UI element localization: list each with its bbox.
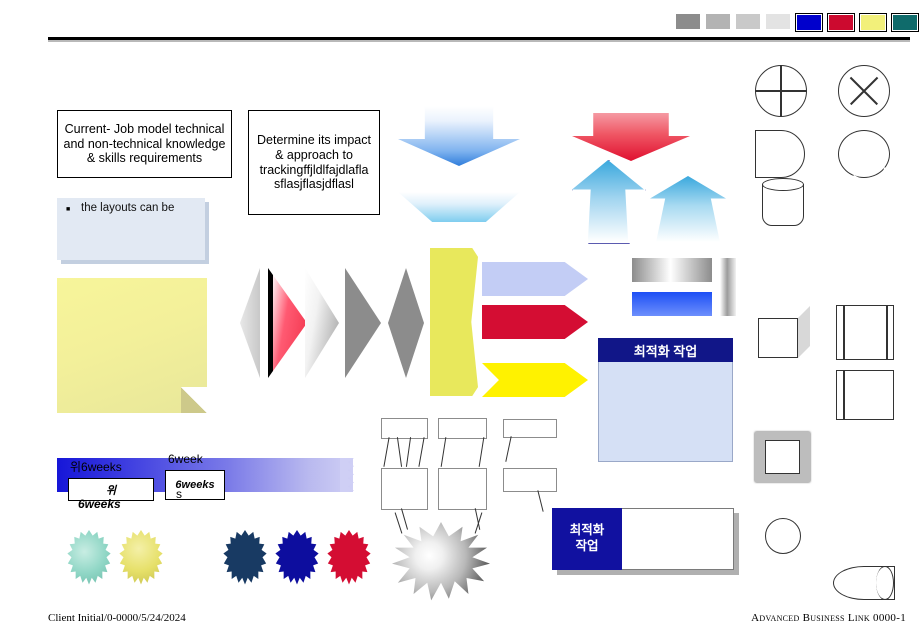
- swatch-gray-4: [766, 14, 790, 29]
- callout-2[interactable]: [438, 418, 487, 439]
- down-arrow-blue[interactable]: [398, 106, 520, 166]
- callout-1-leg-c: [405, 437, 412, 467]
- burst-yellow[interactable]: [119, 530, 163, 585]
- folded-corner-icon[interactable]: [752, 372, 810, 420]
- sun-ray-ne: [801, 502, 817, 518]
- framed-rectangle-icon[interactable]: [836, 370, 894, 420]
- korean-panel-body[interactable]: [598, 362, 733, 462]
- burst-blue[interactable]: [275, 530, 319, 585]
- swatch-gray-2: [706, 14, 730, 29]
- korean-panel-2[interactable]: 최적화 작업: [552, 508, 734, 570]
- korean-panel-header: 최적화 작업: [598, 338, 733, 362]
- sticky-note[interactable]: [57, 278, 207, 413]
- burst-red[interactable]: [327, 530, 371, 585]
- color-swatch-row: [676, 13, 919, 32]
- chevron-yellow[interactable]: [482, 363, 588, 397]
- sun-ray-e: [807, 530, 825, 542]
- cylinder-top-ellipse: [762, 178, 804, 191]
- q-shape-icon[interactable]: [838, 130, 890, 178]
- ribbon-label-bottom-left: 6weeks: [78, 497, 121, 511]
- korean-panel-2-label: 최적화 작업: [552, 508, 622, 570]
- ribbon-zigzag-edge: [340, 458, 354, 492]
- triangle-red-gradient[interactable]: [268, 268, 307, 378]
- sun-ray-n: [777, 494, 789, 512]
- ribbon-label-top-mid: 6week: [168, 452, 203, 466]
- callout-1-leg-a: [383, 437, 390, 467]
- sun-ray-nw: [749, 502, 765, 518]
- callout-2-leg-b: [478, 437, 485, 467]
- swatch-crimson: [827, 13, 855, 32]
- chevron-lightblue[interactable]: [482, 262, 588, 296]
- triangle-dotted-outline[interactable]: [240, 268, 260, 378]
- burst-white[interactable]: [171, 530, 215, 585]
- kp2-line2: 작업: [575, 539, 599, 553]
- callout-6-leg: [537, 490, 544, 512]
- gradient-bar-blue: [632, 292, 712, 316]
- bullet-box[interactable]: ■ the layouts can be: [57, 198, 205, 260]
- double-wave-icon[interactable]: [830, 498, 894, 550]
- sun-ray-w: [741, 530, 759, 542]
- callout-1-leg-d: [418, 437, 425, 467]
- swatch-teal: [891, 13, 919, 32]
- callout-4[interactable]: [381, 468, 428, 510]
- explosion-line-left: [394, 512, 403, 534]
- ribbon-label-top-left: 위6weeks: [70, 460, 122, 474]
- explosion-icon[interactable]: [392, 522, 490, 601]
- ribbon-label-mid-overlay-2: s: [176, 487, 182, 501]
- gradient-strip-vertical: [720, 258, 736, 316]
- cut-corner-rectangle-icon[interactable]: [836, 243, 894, 298]
- burst-teal[interactable]: [67, 530, 111, 585]
- sun-burst-icon[interactable]: [765, 518, 801, 554]
- triangle-white-gradient[interactable]: [305, 268, 339, 378]
- swatch-blue: [795, 13, 823, 32]
- lightning-bolt-icon[interactable]: [840, 175, 880, 227]
- bullet-square-icon: ■: [66, 206, 71, 213]
- framed-rect-bar: [843, 370, 845, 420]
- korean-panel-2-body[interactable]: [622, 508, 734, 570]
- triangle-gray[interactable]: [345, 268, 381, 378]
- swatch-gray-1: [676, 14, 700, 29]
- callout-4-leg: [400, 508, 409, 530]
- swatch-gray-3: [736, 14, 760, 29]
- cube-icon[interactable]: [758, 318, 798, 358]
- burst-navy[interactable]: [223, 530, 267, 585]
- delay-d-icon[interactable]: [755, 130, 805, 178]
- up-arrow-blue-flared[interactable]: [650, 176, 726, 242]
- textbox-determine-impact[interactable]: Determine its impact & approach to track…: [248, 110, 380, 215]
- footer-right: Advanced Business Link 0000-1: [751, 612, 906, 624]
- callout-3-leg: [505, 436, 512, 462]
- four-point-star-icon[interactable]: [752, 240, 810, 298]
- beveled-frame-inner: [765, 440, 800, 474]
- callout-1-leg-b: [396, 437, 403, 467]
- callout-3[interactable]: [503, 419, 557, 438]
- header-rule: [48, 37, 910, 40]
- chevron-crimson[interactable]: [482, 305, 588, 339]
- ribbon-tag-mid[interactable]: 6weeks: [165, 470, 225, 500]
- swatch-yellow: [859, 13, 887, 32]
- gradient-bar-gray: [632, 258, 712, 282]
- callout-6[interactable]: [503, 468, 557, 492]
- side-bar-left: [843, 305, 845, 360]
- sun-ray-s: [777, 560, 789, 578]
- wave-bottom-icon[interactable]: [836, 432, 894, 484]
- callout-1[interactable]: [381, 418, 428, 439]
- funnel-blue[interactable]: [398, 192, 520, 222]
- sun-ray-se: [801, 554, 817, 570]
- rolled-tape-end: [876, 566, 894, 600]
- textbox-current-job-model[interactable]: Current- Job model technical and non-tec…: [57, 110, 232, 178]
- pentagon-yellow[interactable]: [430, 248, 478, 396]
- side-bar-right: [886, 305, 888, 360]
- footer-left: Client Initial/0-0000/5/24/2024: [48, 612, 186, 624]
- summing-junction-v: [780, 65, 782, 117]
- kp2-line1: 최적화: [569, 523, 605, 538]
- folded-corner-icon: [181, 387, 207, 413]
- callout-5[interactable]: [438, 468, 487, 510]
- korean-panel[interactable]: 최적화 작업: [598, 338, 733, 462]
- sun-ray-sw: [749, 554, 765, 570]
- callout-2-leg-a: [440, 437, 447, 467]
- up-arrow-blue-narrow[interactable]: [572, 160, 644, 242]
- down-arrow-red[interactable]: [572, 113, 690, 161]
- bullet-box-label: the layouts can be: [81, 202, 175, 214]
- diamond-gray[interactable]: [388, 268, 424, 378]
